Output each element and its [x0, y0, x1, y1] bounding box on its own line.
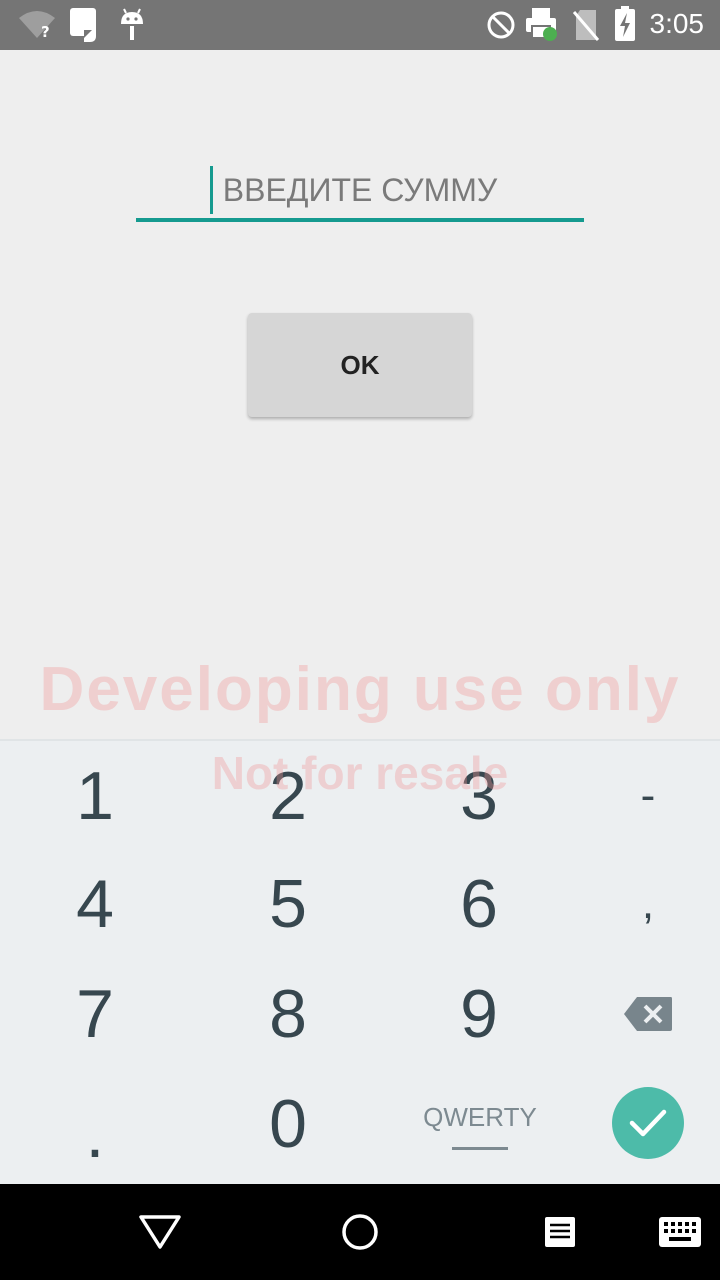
checkmark-icon — [629, 1109, 667, 1137]
navigation-bar — [0, 1184, 720, 1280]
key-7[interactable]: 7 — [5, 959, 185, 1069]
back-icon[interactable] — [138, 1214, 182, 1250]
main-content: OK — [0, 50, 720, 740]
status-time: 3:05 — [649, 8, 705, 39]
done-button[interactable] — [612, 1087, 684, 1159]
keyboard-switch-icon[interactable] — [658, 1216, 702, 1248]
ok-button[interactable]: OK — [248, 313, 472, 417]
key-dot[interactable]: . — [5, 1079, 185, 1189]
android-debug-icon — [121, 8, 143, 40]
numeric-keyboard: 1 2 3 - 4 5 6 , 7 8 9 . 0 QWERTY — [0, 739, 720, 1186]
no-sim-icon — [572, 10, 600, 41]
key-6[interactable]: 6 — [389, 849, 569, 959]
battery-charging-icon — [615, 6, 635, 41]
wifi-unknown-icon: ? — [19, 11, 55, 40]
key-5[interactable]: 5 — [198, 849, 378, 959]
status-bar: ? 3:05 — [0, 0, 720, 50]
recents-icon[interactable] — [542, 1214, 578, 1250]
do-not-disturb-icon — [487, 11, 515, 39]
backspace-icon — [624, 997, 672, 1031]
key-3[interactable]: 3 — [389, 741, 569, 851]
key-1[interactable]: 1 — [5, 741, 185, 851]
qwerty-underline — [452, 1147, 508, 1150]
amount-underline — [136, 218, 584, 222]
text-cursor — [210, 166, 213, 214]
key-8[interactable]: 8 — [198, 959, 378, 1069]
printer-icon — [526, 8, 557, 41]
key-comma[interactable]: , — [558, 849, 720, 959]
key-minus[interactable]: - — [558, 741, 720, 851]
amount-input[interactable] — [136, 162, 584, 218]
key-4[interactable]: 4 — [5, 849, 185, 959]
backspace-key[interactable] — [558, 959, 720, 1069]
home-icon[interactable] — [341, 1213, 379, 1251]
key-9[interactable]: 9 — [389, 959, 569, 1069]
svg-text:?: ? — [41, 23, 50, 40]
clipboard-icon — [70, 8, 96, 42]
qwerty-switch-key[interactable]: QWERTY — [390, 1071, 570, 1181]
key-0[interactable]: 0 — [198, 1069, 378, 1179]
amount-field[interactable] — [136, 162, 584, 222]
qwerty-label: QWERTY — [423, 1102, 537, 1132]
key-2[interactable]: 2 — [198, 741, 378, 851]
